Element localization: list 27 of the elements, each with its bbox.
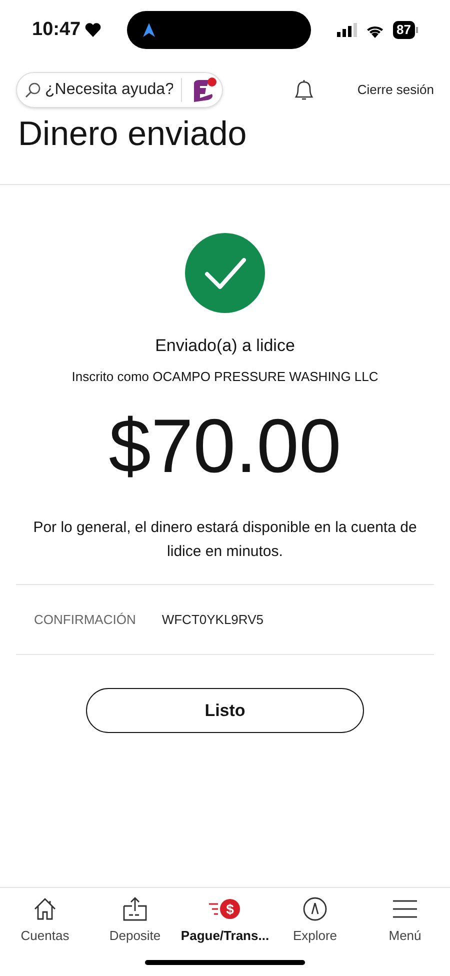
- battery-level: 87: [392, 21, 415, 39]
- logout-link[interactable]: Cierre sesión: [357, 80, 434, 100]
- nav-tab[interactable]: Menú: [360, 896, 450, 948]
- amount-text: $70.00: [108, 403, 342, 491]
- search-field[interactable]: ¿Necesita ayuda?: [45, 78, 173, 102]
- house-icon: [32, 896, 58, 922]
- compass-icon: [302, 896, 328, 922]
- recipient-text: Enviado(a) a lidice: [155, 335, 295, 357]
- done-button[interactable]: Listo: [86, 688, 364, 733]
- notification-bell-icon[interactable]: [293, 78, 316, 102]
- heart-icon: [84, 23, 101, 37]
- success-check-icon: [185, 233, 265, 313]
- enrolled-name-text: Inscrito como OCAMPO PRESSURE WASHING LLC: [72, 368, 378, 386]
- confirmation-label: CONFIRMACIÓN: [34, 610, 136, 629]
- nav-tab[interactable]: Deposite: [90, 896, 180, 948]
- nav-tab[interactable]: $ Pague/Trans...: [180, 896, 270, 948]
- confirmation-number: WFCT0YKL9RV5: [162, 610, 264, 629]
- nav-tab[interactable]: Explore: [270, 896, 360, 948]
- signal-icon: [336, 23, 357, 37]
- location-arrow-icon: [142, 23, 155, 37]
- help-search-field[interactable]: ¿Necesita ayuda?: [16, 72, 223, 108]
- search-icon: [25, 82, 41, 98]
- clock: 10:47: [32, 18, 81, 42]
- upload-icon: [121, 896, 149, 922]
- page-title: Dinero enviado: [17, 114, 248, 155]
- nav-tab[interactable]: Cuentas: [0, 896, 90, 948]
- availability-note: Por lo general, el dinero estará disponible en la cuenta de lidice en minutos.: [32, 518, 418, 562]
